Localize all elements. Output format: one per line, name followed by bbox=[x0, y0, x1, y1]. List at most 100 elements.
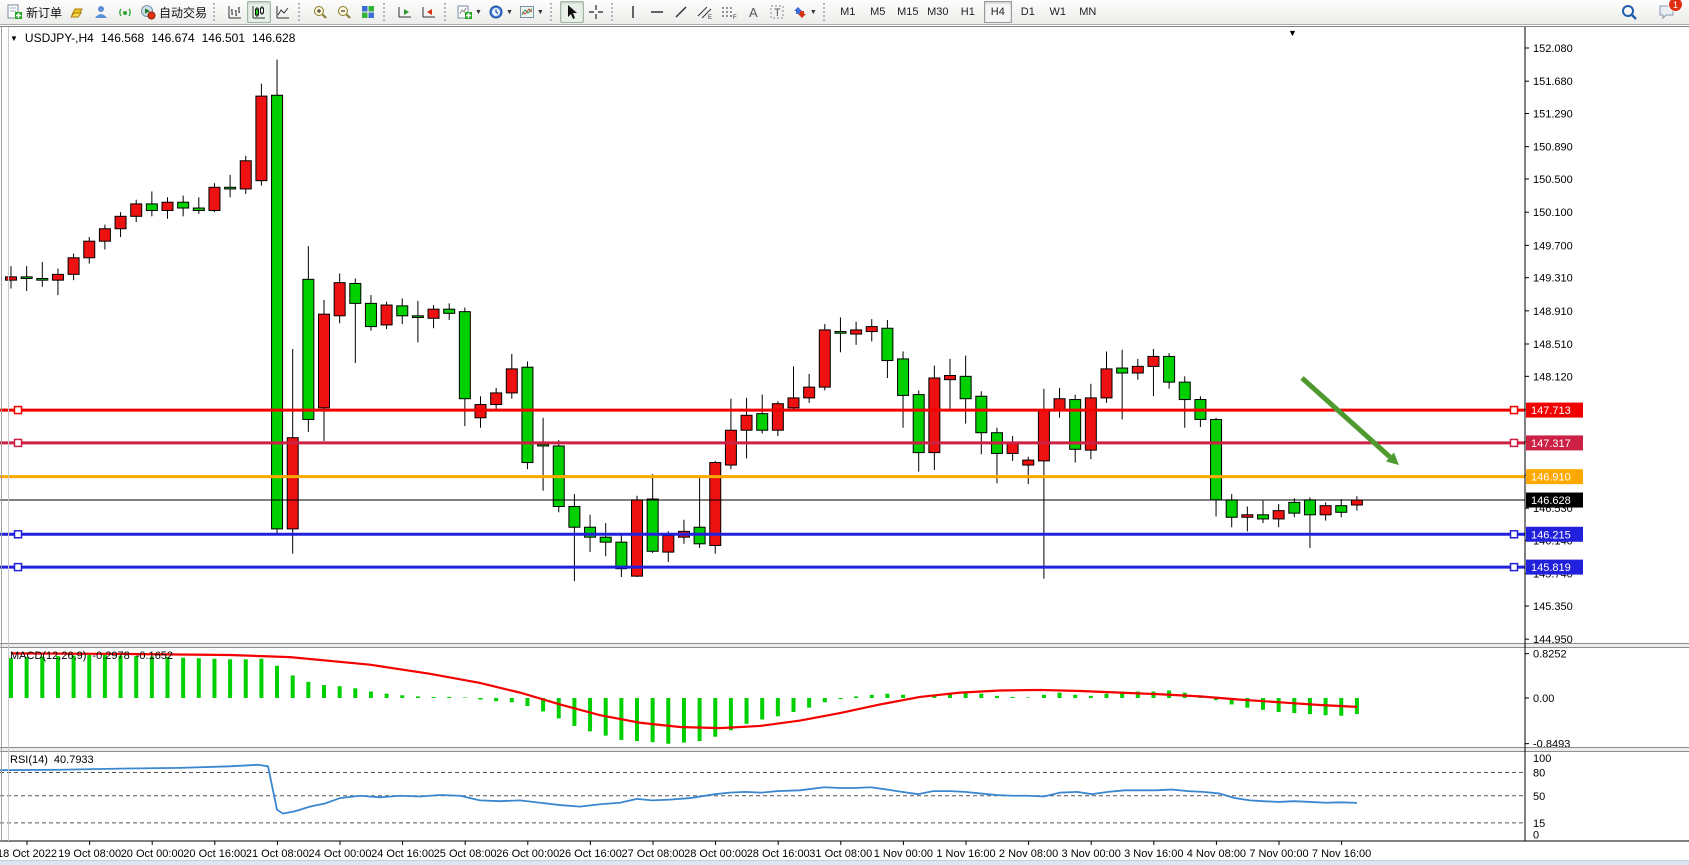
candle-body bbox=[819, 330, 830, 387]
candle-body bbox=[209, 187, 220, 210]
tile-windows-icon bbox=[360, 4, 376, 20]
template-button[interactable]: ▼ bbox=[516, 1, 547, 23]
timeframe-button-M1[interactable]: M1 bbox=[834, 1, 862, 23]
line-chart-button[interactable] bbox=[271, 1, 295, 23]
candle-body bbox=[491, 393, 502, 405]
price-badge-label: 147.317 bbox=[1531, 438, 1571, 450]
candle-body bbox=[600, 537, 611, 542]
chart-expander-icon[interactable]: ▼ bbox=[10, 34, 18, 43]
candle-body bbox=[1304, 500, 1315, 515]
equidistant-channel-icon: E bbox=[696, 4, 714, 20]
candle-body bbox=[21, 277, 32, 279]
arrows-button[interactable]: ▼ bbox=[789, 1, 820, 23]
chart-menu-caret-icon[interactable]: ▼ bbox=[1288, 28, 1297, 38]
candle-body bbox=[319, 314, 330, 408]
svg-text:0.00: 0.00 bbox=[1533, 693, 1554, 705]
chart-shift-button[interactable] bbox=[417, 1, 441, 23]
clock-icon bbox=[488, 4, 504, 20]
zoom-out-button[interactable] bbox=[332, 1, 356, 23]
svg-text:151.680: 151.680 bbox=[1533, 76, 1573, 88]
timeframe-button-M30[interactable]: M30 bbox=[924, 1, 952, 23]
trendline-button[interactable] bbox=[669, 1, 693, 23]
signal-button[interactable] bbox=[113, 1, 137, 23]
line-handle bbox=[1511, 531, 1518, 538]
text-label-button[interactable]: T bbox=[765, 1, 789, 23]
candle-body bbox=[741, 415, 752, 430]
crosshair-button[interactable] bbox=[584, 1, 608, 23]
signal-icon bbox=[117, 4, 133, 20]
rsi-name: RSI(14) bbox=[10, 754, 48, 766]
horizontal-line-button[interactable] bbox=[645, 1, 669, 23]
period-button[interactable]: ▼ bbox=[485, 1, 516, 23]
vertical-line-button[interactable] bbox=[621, 1, 645, 23]
rsi-pane bbox=[0, 765, 1525, 823]
candle-body bbox=[444, 309, 455, 313]
channel-button[interactable]: E bbox=[693, 1, 717, 23]
time-label: 21 Oct 08:00 bbox=[246, 848, 309, 860]
svg-text:150.890: 150.890 bbox=[1533, 142, 1573, 154]
timeframe-button-D1[interactable]: D1 bbox=[1014, 1, 1042, 23]
tile-windows-button[interactable] bbox=[356, 1, 380, 23]
svg-text:F: F bbox=[733, 15, 737, 20]
candle-body bbox=[632, 500, 643, 576]
time-label: 28 Oct 16:00 bbox=[747, 848, 810, 860]
timeframe-button-W1[interactable]: W1 bbox=[1044, 1, 1072, 23]
timeframe-button-H1[interactable]: H1 bbox=[954, 1, 982, 23]
time-label: 27 Oct 08:00 bbox=[622, 848, 685, 860]
toolbar-grip bbox=[383, 3, 390, 21]
candle-body bbox=[804, 387, 815, 398]
zoom-in-button[interactable] bbox=[308, 1, 332, 23]
autoscroll-button[interactable] bbox=[393, 1, 417, 23]
chart-canvas[interactable]: 152.080151.680151.290150.890150.500150.1… bbox=[0, 27, 1689, 865]
time-label: 7 Nov 16:00 bbox=[1312, 848, 1371, 860]
timeframe-button-MN[interactable]: MN bbox=[1074, 1, 1102, 23]
candle-body bbox=[397, 306, 408, 316]
new-order-button[interactable]: 新订单 bbox=[4, 1, 65, 23]
community-button[interactable] bbox=[89, 1, 113, 23]
candlestick-chart-button[interactable] bbox=[247, 1, 271, 23]
candle-body bbox=[146, 204, 157, 211]
time-label: 24 Oct 16:00 bbox=[371, 848, 434, 860]
trend-arrow[interactable] bbox=[1302, 378, 1399, 465]
bar-chart-button[interactable] bbox=[223, 1, 247, 23]
text-label-icon: T bbox=[769, 4, 785, 20]
candle-body bbox=[1336, 506, 1347, 513]
notifications-button[interactable]: 1 bbox=[1655, 1, 1679, 23]
gold-button[interactable] bbox=[65, 1, 89, 23]
price-badge-label: 146.910 bbox=[1531, 472, 1571, 484]
toolbar-grip bbox=[611, 3, 618, 21]
text-button[interactable]: A bbox=[741, 1, 765, 23]
time-label: 18 Oct 2022 bbox=[0, 848, 57, 860]
time-label: 19 Oct 08:00 bbox=[58, 848, 121, 860]
level-lines[interactable]: 147.713147.317146.910146.628146.215145.8… bbox=[0, 403, 1583, 575]
candle-body bbox=[851, 330, 862, 334]
candle-body bbox=[240, 161, 251, 189]
svg-text:T: T bbox=[774, 7, 781, 19]
autotrade-button[interactable]: 自动交易 bbox=[137, 1, 210, 23]
chart-symbol: USDJPY-,H4 bbox=[25, 31, 94, 45]
timeframe-button-H4[interactable]: H4 bbox=[984, 1, 1012, 23]
candle-body bbox=[1132, 366, 1143, 373]
macd-name: MACD(12,26,9) bbox=[10, 650, 86, 662]
timeframe-button-M15[interactable]: M15 bbox=[894, 1, 922, 23]
toolbar-grip bbox=[213, 3, 220, 21]
fibonacci-button[interactable]: F bbox=[717, 1, 741, 23]
price-badge-label: 146.215 bbox=[1531, 529, 1571, 541]
candle-body bbox=[115, 216, 126, 228]
chart-window[interactable]: ▼ USDJPY-,H4 146.568 146.674 146.501 146… bbox=[0, 26, 1689, 865]
text-icon: A bbox=[745, 4, 761, 20]
candle-body bbox=[976, 396, 987, 432]
gold-bar-icon bbox=[69, 4, 85, 20]
time-label: 24 Oct 00:00 bbox=[309, 848, 372, 860]
rsi-value: 40.7933 bbox=[54, 754, 94, 766]
chart-low: 146.501 bbox=[202, 31, 245, 45]
candle-body bbox=[412, 316, 423, 318]
cursor-button[interactable] bbox=[560, 1, 584, 23]
candle-body bbox=[1226, 500, 1237, 517]
timeframe-button-M5[interactable]: M5 bbox=[864, 1, 892, 23]
line-handle bbox=[1511, 407, 1518, 414]
svg-text:A: A bbox=[749, 5, 758, 20]
new-chart-button[interactable]: ▼ bbox=[454, 1, 485, 23]
search-button[interactable] bbox=[1617, 1, 1641, 23]
toolbar-grip bbox=[444, 3, 451, 21]
